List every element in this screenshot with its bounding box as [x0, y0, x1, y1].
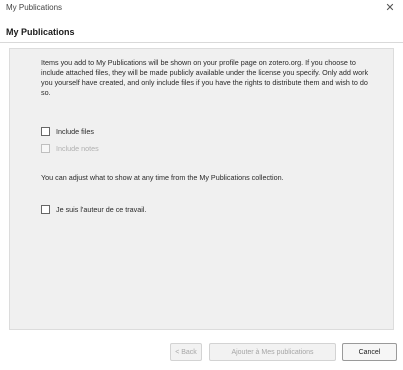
author-confirm-checkbox[interactable] [41, 205, 50, 214]
back-button[interactable]: < Back [170, 343, 202, 361]
author-confirm-label: Je suis l'auteur de ce travail. [56, 205, 147, 214]
dialog-header: My Publications [0, 20, 403, 43]
page-title: My Publications [6, 27, 75, 37]
include-files-label: Include files [56, 127, 94, 136]
include-notes-checkbox [41, 144, 50, 153]
window-titlebar: My Publications ✕ [0, 0, 403, 20]
window-title: My Publications [6, 3, 63, 12]
include-files-option[interactable]: Include files [41, 127, 94, 136]
content-panel: Items you add to My Publications will be… [9, 48, 394, 330]
author-confirm-option[interactable]: Je suis l'auteur de ce travail. [41, 205, 146, 214]
add-to-publications-button[interactable]: Ajouter à Mes publications [209, 343, 336, 361]
adjust-info-text: You can adjust what to show at any time … [41, 173, 284, 182]
include-files-checkbox[interactable] [41, 127, 50, 136]
include-notes-option: Include notes [41, 144, 99, 153]
cancel-button[interactable]: Cancel [342, 343, 397, 361]
include-notes-label: Include notes [56, 144, 99, 153]
dialog-footer: < Back Ajouter à Mes publications Cancel [0, 333, 403, 370]
intro-text: Items you add to My Publications will be… [41, 58, 369, 97]
close-icon[interactable]: ✕ [383, 1, 397, 15]
